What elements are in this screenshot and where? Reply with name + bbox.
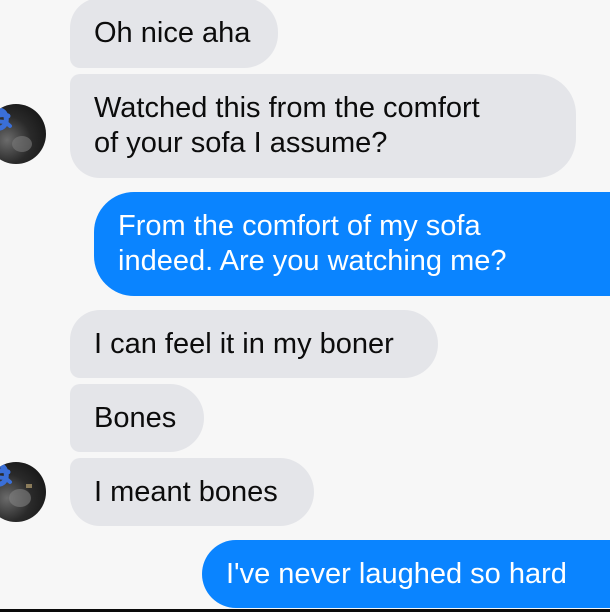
message-text: From the comfort of my sofa indeed. Are … — [118, 210, 507, 277]
message-bubble-incoming[interactable]: I can feel it in my boner — [70, 310, 438, 378]
message-text: Bones — [94, 401, 177, 434]
message-text: Watched this from the comfort of your so… — [94, 92, 480, 159]
message-text: I've never laughed so hard — [226, 557, 567, 590]
message-bubble-incoming[interactable]: Watched this from the comfort of your so… — [70, 74, 576, 178]
message-text: I can feel it in my boner — [94, 327, 394, 360]
scribble-icon — [0, 107, 32, 152]
message-text: I meant bones — [94, 475, 278, 508]
message-bubble-outgoing[interactable]: From the comfort of my sofa indeed. Are … — [94, 192, 610, 296]
contact-avatar[interactable] — [0, 104, 46, 164]
message-bubble-outgoing[interactable]: I've never laughed so hard — [202, 540, 610, 608]
scribble-icon — [0, 462, 32, 507]
message-bubble-incoming[interactable]: Bones — [70, 384, 204, 452]
message-text: Oh nice aha — [94, 16, 251, 49]
contact-avatar[interactable] — [0, 462, 46, 522]
message-bubble-incoming[interactable]: Oh nice aha — [70, 0, 278, 68]
message-bubble-incoming[interactable]: I meant bones — [70, 458, 314, 526]
